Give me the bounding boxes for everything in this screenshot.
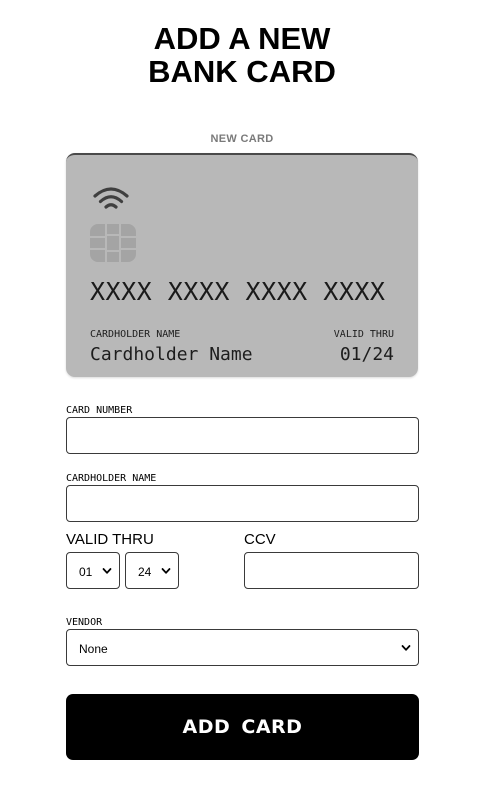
card-number-label: CARD NUMBER (66, 405, 133, 416)
cardholder-name-input[interactable] (66, 485, 419, 522)
valid-thru-label: VALID THRU (66, 531, 154, 548)
new-card-label: NEW CARD (210, 133, 274, 145)
card-number-input[interactable] (66, 417, 419, 454)
cardholder-name-label: CARDHOLDER NAME (66, 473, 157, 484)
page-title: ADD A NEW BANK CARD (0, 22, 484, 88)
ccv-input[interactable] (244, 552, 419, 589)
ccv-label: CCV (244, 531, 276, 548)
page-title-line-1: ADD A NEW (153, 21, 331, 56)
page-title-line-2: BANK CARD (148, 54, 336, 89)
chip-icon (90, 224, 136, 262)
card-preview: XXXX XXXX XXXX XXXX CARDHOLDER NAME VALI… (66, 153, 418, 377)
vendor-select-value: None (79, 642, 108, 656)
chevron-down-icon (102, 568, 112, 574)
cardholder-name-preview: Cardholder Name (90, 344, 253, 365)
wifi-icon (93, 187, 129, 209)
cardholder-label-preview: CARDHOLDER NAME (90, 329, 181, 340)
valid-thru-label-preview: VALID THRU (333, 329, 394, 340)
card-number-preview: XXXX XXXX XXXX XXXX (90, 277, 386, 306)
month-select[interactable]: 01 (66, 552, 120, 589)
month-select-value: 01 (79, 565, 93, 579)
year-select[interactable]: 24 (125, 552, 179, 589)
add-card-button[interactable]: ADD CARD (66, 694, 419, 760)
year-select-value: 24 (138, 565, 152, 579)
vendor-select[interactable]: None (66, 629, 419, 666)
vendor-label: VENDOR (66, 617, 103, 628)
chevron-down-icon (161, 568, 171, 574)
chevron-down-icon (401, 645, 411, 651)
valid-thru-preview: 01/24 (339, 344, 394, 365)
